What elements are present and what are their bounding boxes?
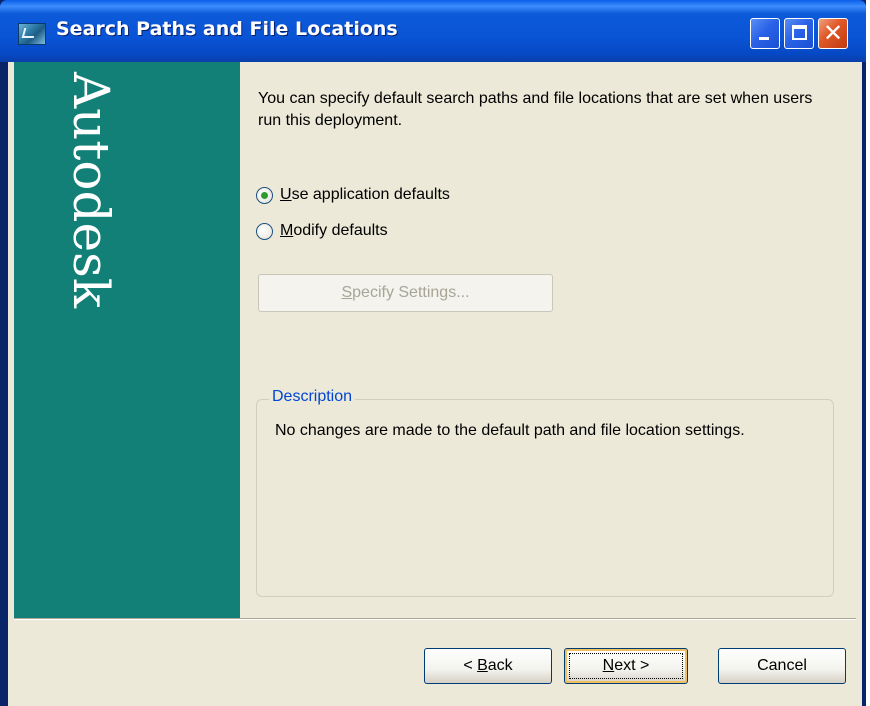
use-defaults-label[interactable]: Use application defaults bbox=[280, 186, 450, 204]
description-group: Description No changes are made to the d… bbox=[256, 388, 834, 597]
close-icon: ✕ bbox=[822, 19, 844, 47]
back-label: < Back bbox=[463, 657, 513, 674]
dialog-body: Autodesk You can specify default search … bbox=[8, 62, 862, 706]
specify-settings-label: Specify Settings... bbox=[341, 284, 470, 301]
back-button[interactable]: < Back bbox=[424, 648, 552, 684]
title-bar[interactable]: Search Paths and File Locations ✕ bbox=[0, 0, 866, 62]
description-text: No changes are made to the default path … bbox=[275, 422, 745, 439]
maximize-button[interactable] bbox=[784, 18, 814, 49]
next-button[interactable]: Next > bbox=[564, 648, 688, 684]
installer-window: Search Paths and File Locations ✕ Autode… bbox=[0, 0, 866, 706]
cancel-button[interactable]: Cancel bbox=[718, 648, 846, 684]
window-title: Search Paths and File Locations bbox=[56, 18, 398, 40]
use-defaults-radio[interactable] bbox=[256, 186, 273, 204]
modify-defaults-radio[interactable] bbox=[256, 222, 273, 240]
footer-divider bbox=[14, 618, 856, 620]
autodesk-deployment-icon bbox=[18, 23, 46, 45]
brand-logo-text: Autodesk bbox=[62, 72, 120, 309]
modify-defaults-label[interactable]: Modify defaults bbox=[280, 222, 388, 240]
minimize-icon bbox=[759, 37, 769, 40]
intro-text: You can specify default search paths and… bbox=[258, 90, 813, 129]
maximize-icon bbox=[792, 25, 807, 40]
description-legend: Description bbox=[269, 388, 356, 406]
modify-defaults-option[interactable]: Modify defaults bbox=[256, 222, 388, 240]
next-label: Next > bbox=[602, 657, 650, 674]
minimize-button[interactable] bbox=[750, 18, 780, 49]
use-defaults-option[interactable]: Use application defaults bbox=[256, 186, 450, 204]
close-button[interactable]: ✕ bbox=[818, 18, 848, 49]
brand-panel: Autodesk bbox=[14, 62, 240, 618]
cancel-label: Cancel bbox=[757, 657, 807, 674]
specify-settings-button[interactable]: Specify Settings... bbox=[258, 274, 553, 312]
